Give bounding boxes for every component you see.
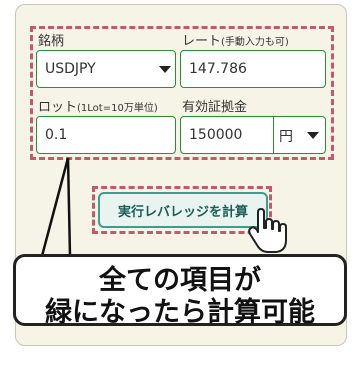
callout-line-2: 緑になったら計算可能 [45, 297, 315, 328]
hint-callout: 全ての項目が 緑になったら計算可能 [13, 254, 347, 328]
hand-cursor-icon [248, 208, 287, 253]
